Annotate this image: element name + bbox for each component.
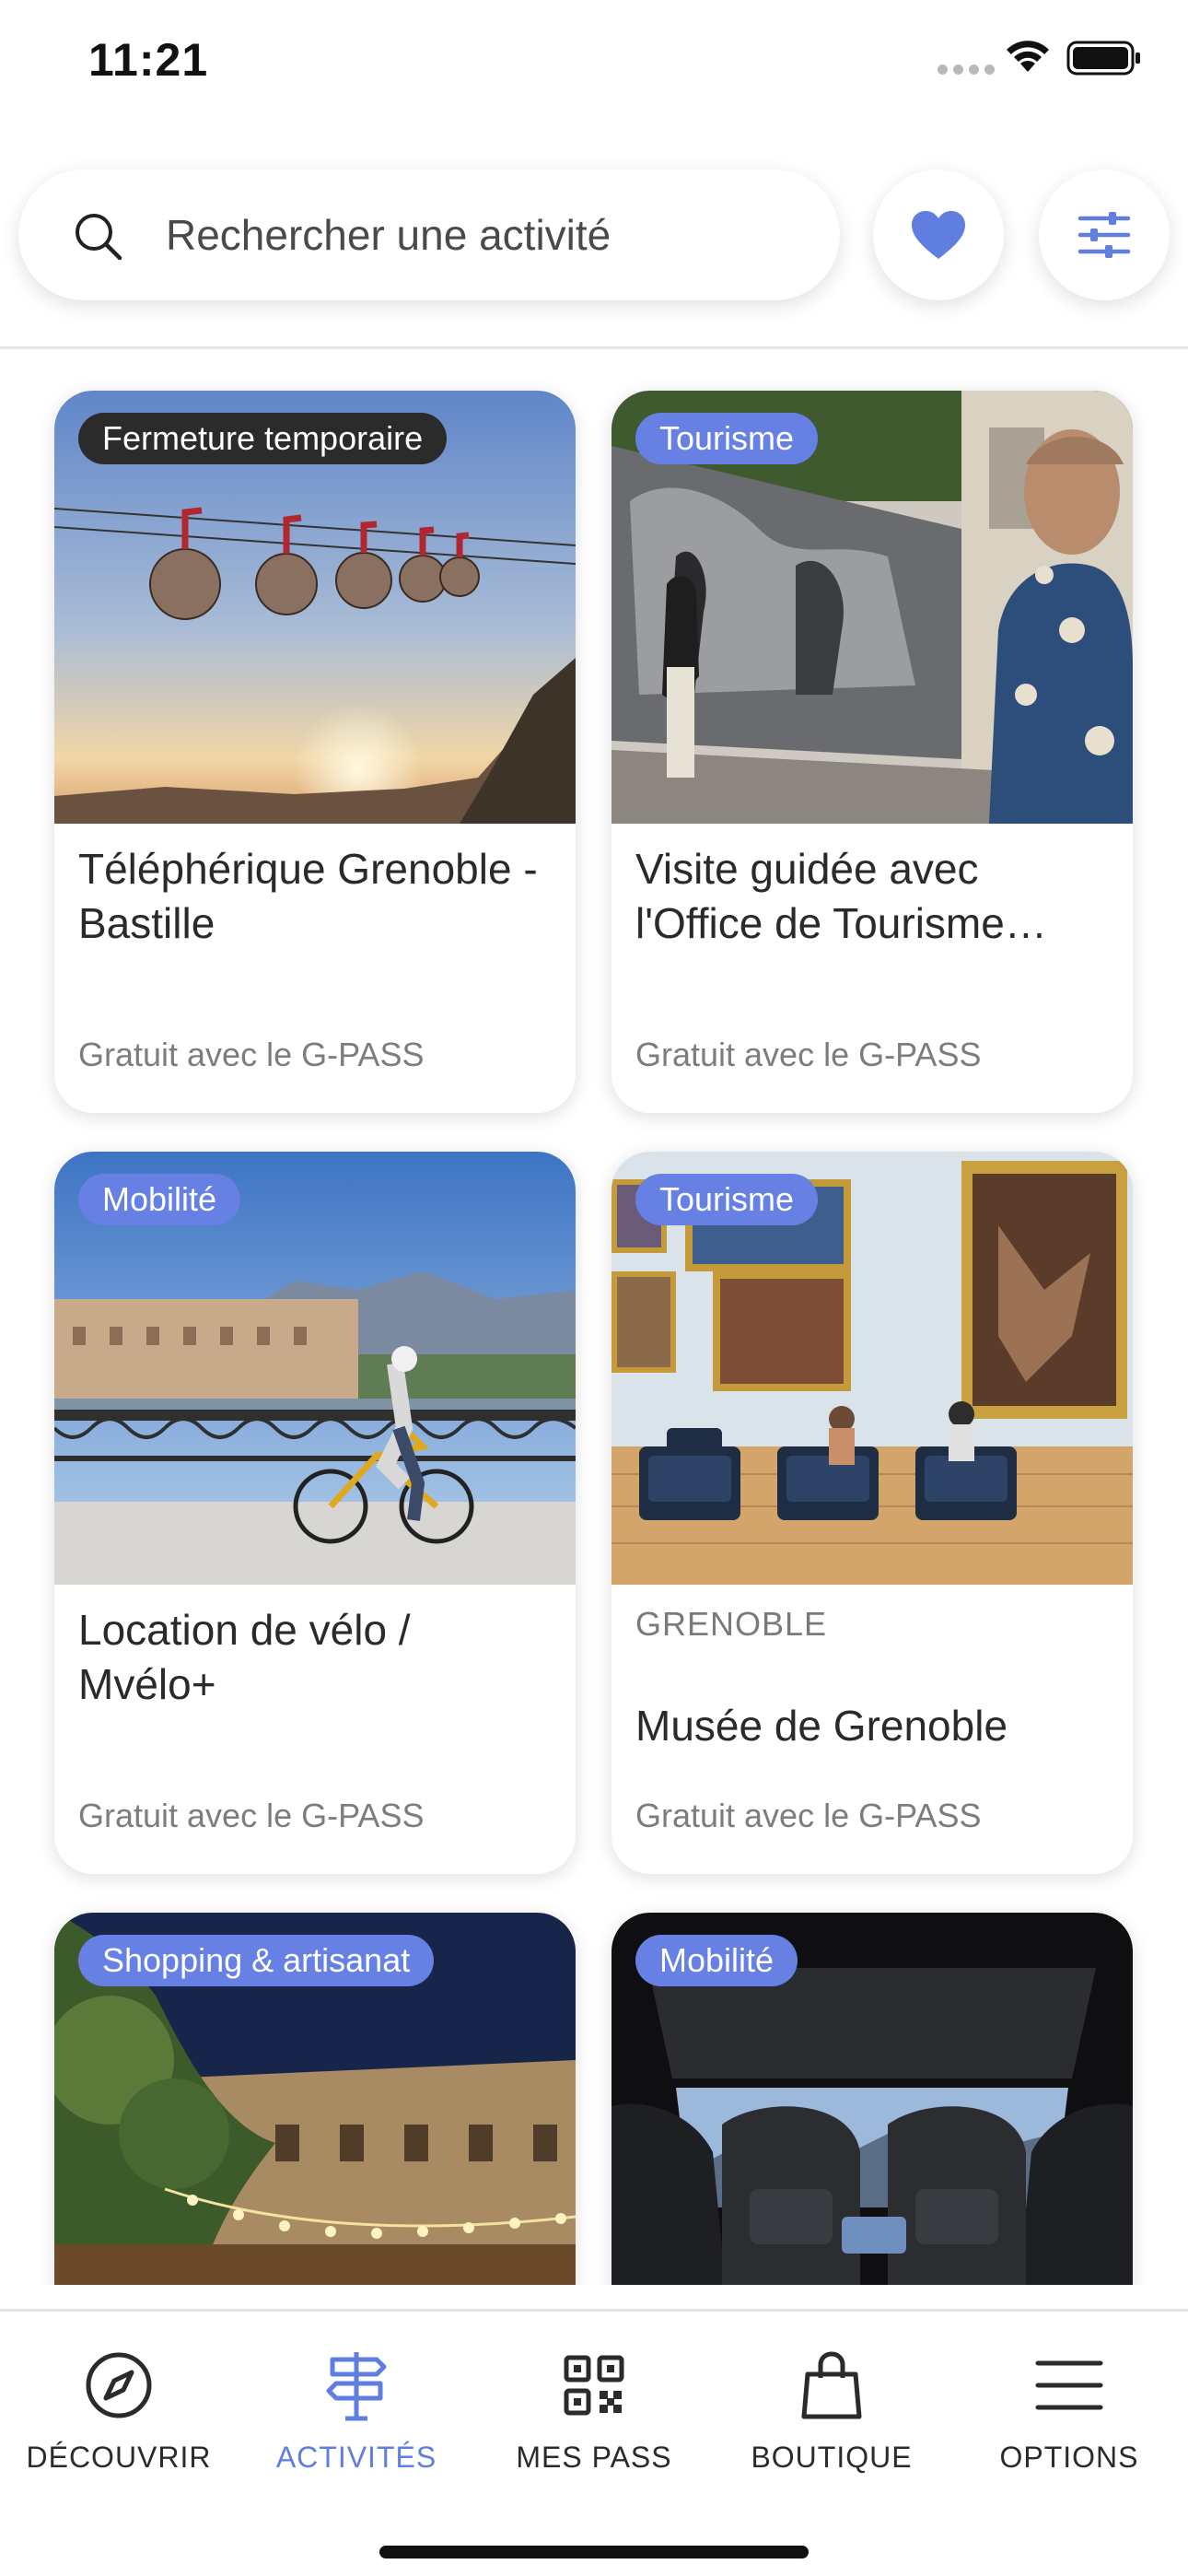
nav-tab-activites[interactable]: ACTIVITÉS [238, 2348, 475, 2487]
nav-tab-mes-pass[interactable]: MES PASS [475, 2348, 713, 2487]
card-image-night-terrace: Shopping & artisanat [54, 1913, 576, 2285]
filters-button[interactable] [1039, 170, 1170, 300]
shopping-bag-icon [801, 2351, 862, 2419]
activity-grid: Fermeture temporaire Téléphérique Grenob… [0, 348, 1188, 2285]
card-title: Location de vélo / Mvélo+ [78, 1606, 411, 1708]
qr-code-icon [564, 2355, 624, 2416]
card-image-bike: Mobilité [54, 1152, 576, 1585]
nav-label: DÉCOUVRIR [26, 2441, 212, 2474]
nav-tab-options[interactable]: OPTIONS [950, 2348, 1188, 2487]
card-title: Musée de Grenoble [635, 1702, 1008, 1750]
battery-icon [1066, 41, 1140, 76]
card-price: Gratuit avec le G-PASS [635, 1036, 982, 1073]
card-tag: Tourisme [635, 413, 819, 464]
card-title: Téléphérique Grenoble - Bastille [78, 845, 538, 947]
nav-label: OPTIONS [999, 2441, 1139, 2474]
search-icon [76, 214, 122, 261]
card-title: Visite guidée avec l'Office de Tourisme… [635, 845, 1047, 947]
nav-label: ACTIVITÉS [275, 2441, 437, 2474]
nav-tab-boutique[interactable]: BOUTIQUE [713, 2348, 950, 2487]
favorites-button[interactable] [873, 170, 1004, 300]
card-price: Gratuit avec le G-PASS [78, 1797, 425, 1834]
nav-label: MES PASS [516, 2441, 672, 2474]
status-bar: 11:21 [0, 0, 1188, 129]
search-input[interactable] [166, 170, 810, 300]
card-tag: Tourisme [635, 1174, 819, 1225]
card-price: Gratuit avec le G-PASS [78, 1036, 425, 1073]
menu-icon [1035, 2360, 1103, 2410]
activity-card[interactable]: Mobilité [611, 1913, 1133, 2285]
nav-label: BOUTIQUE [751, 2441, 913, 2474]
card-image-street-art: Tourisme [611, 391, 1133, 824]
status-time: 11:21 [88, 34, 209, 86]
card-tag: Mobilité [635, 1935, 798, 1986]
nav-tab-decouvrir[interactable]: DÉCOUVRIR [0, 2348, 238, 2487]
card-image-car-interior: Mobilité [611, 1913, 1133, 2285]
card-tag: Mobilité [78, 1174, 241, 1225]
sliders-icon [1077, 212, 1131, 258]
signal-icon [938, 64, 995, 75]
activity-card[interactable]: Shopping & artisanat [54, 1913, 576, 2285]
card-tag: Fermeture temporaire [78, 413, 448, 464]
activity-card[interactable]: Mobilité Location de vélo / Mvélo+ Gratu… [54, 1152, 576, 1874]
card-city: GRENOBLE [635, 1605, 828, 1643]
card-image-museum: Tourisme [611, 1152, 1133, 1585]
bottom-navigation: DÉCOUVRIR ACTIVITÉS MES PASS BOUTIQUE OP… [0, 2309, 1188, 2576]
card-tag: Shopping & artisanat [78, 1935, 435, 1986]
compass-icon [86, 2352, 152, 2418]
activity-card[interactable]: Tourisme GRENOBLE Musée de Grenoble Grat… [611, 1152, 1133, 1874]
activity-card[interactable]: Fermeture temporaire Téléphérique Grenob… [54, 391, 576, 1113]
home-indicator[interactable] [379, 2546, 809, 2558]
card-price: Gratuit avec le G-PASS [635, 1797, 982, 1834]
card-image-cable-car: Fermeture temporaire [54, 391, 576, 824]
wifi-icon [1007, 41, 1049, 72]
heart-icon [912, 211, 965, 259]
search-bar[interactable] [18, 170, 840, 300]
signpost-icon [326, 2352, 387, 2421]
activity-card[interactable]: Tourisme Visite guidée avec l'Office de … [611, 391, 1133, 1113]
